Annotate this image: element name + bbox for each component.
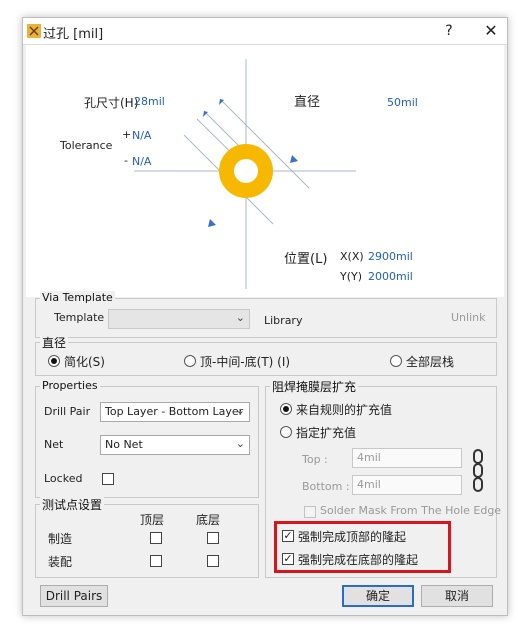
cancel-button[interactable]: 取消 [421, 585, 493, 607]
drill-pairs-button[interactable]: Drill Pairs [40, 585, 108, 607]
via-template-title: Via Template [40, 291, 115, 304]
radio-simple[interactable] [48, 355, 60, 367]
chevron-down-icon: ⌄ [235, 311, 245, 324]
hole-size-value[interactable]: 28mil [134, 95, 165, 108]
properties-title: Properties [40, 379, 100, 392]
mask-top-input[interactable]: 4mil [352, 448, 462, 468]
testpoint-group: 测试点设置 顶层 底层 制造 装配 [35, 496, 259, 578]
diameter-group: 直径 简化(S) 顶-中间-底(T) (I) 全部层栈 [35, 334, 497, 376]
window-title: 过孔 [mil] [43, 27, 104, 42]
chevron-down-icon: ⌄ [235, 404, 245, 417]
radio-simple-label: 简化(S) [64, 355, 105, 369]
arrowhead-4 [290, 155, 298, 163]
radio-from-rule[interactable] [280, 403, 292, 415]
hole-size-label: 孔尺寸(H) [84, 96, 139, 110]
tolerance-label: Tolerance [60, 139, 113, 152]
properties-group: Properties Drill Pair Top Layer - Bottom… [35, 379, 259, 498]
drill-pair-combo[interactable]: Top Layer - Bottom Layer ⌄ [100, 402, 250, 422]
radio-top-mid-bottom-label: 顶-中间-底(T) (I) [200, 355, 291, 369]
help-button[interactable]: ? [437, 21, 461, 41]
testpoint-col-bottom: 底层 [196, 513, 221, 527]
net-label: Net [44, 438, 64, 451]
location-y-value[interactable]: 2000mil [368, 270, 413, 283]
drill-pair-value: Top Layer - Bottom Layer [105, 405, 244, 418]
unlink-button[interactable]: Unlink [451, 311, 485, 324]
radio-full-stack-label: 全部层栈 [406, 355, 455, 369]
tolerance-minus-sign: - [124, 154, 128, 167]
drill-pair-label: Drill Pair [44, 405, 91, 418]
template-combo[interactable]: ⌄ [108, 309, 250, 329]
template-label: Template [54, 311, 105, 324]
via-diagram: 孔尺寸(H) 28mil Tolerance + N/A - N/A 直径 50… [26, 45, 504, 297]
mask-top-label: Top : [302, 453, 328, 466]
via-dialog: 过孔 [mil] ? ✕ 孔尺寸(H) 28mil Tolerance + N/… [22, 17, 508, 616]
from-hole-edge-label: Solder Mask From The Hole Edge [320, 504, 502, 517]
close-button[interactable]: ✕ [479, 21, 503, 41]
library-label: Library [264, 314, 303, 327]
ok-button[interactable]: 确定 [342, 585, 414, 607]
chevron-down-icon: ⌄ [235, 437, 245, 450]
radio-from-rule-label: 来自规则的扩充值 [296, 403, 393, 417]
app-icon [27, 24, 41, 38]
locked-label: Locked [44, 472, 83, 485]
tolerance-minus-value[interactable]: N/A [132, 155, 151, 168]
via-template-group: Via Template Template ⌄ Library Unlink [35, 291, 497, 338]
radio-top-mid-bottom[interactable] [184, 355, 196, 367]
tolerance-plus-value[interactable]: N/A [132, 129, 151, 142]
net-value: No Net [105, 438, 143, 451]
via-hole [234, 159, 258, 183]
assy-top-checkbox[interactable] [150, 555, 162, 567]
arrowhead-3 [208, 219, 216, 227]
diameter-group-title: 直径 [40, 334, 69, 351]
mask-bottom-label: Bottom : [302, 480, 350, 493]
locked-checkbox[interactable] [102, 473, 114, 485]
solder-mask-title: 阻焊掩膜层扩充 [270, 378, 359, 395]
diameter-label: 直径 [294, 95, 321, 110]
diameter-value[interactable]: 50mil [387, 96, 418, 109]
location-y-label: Y(Y) [340, 270, 363, 283]
from-hole-edge-checkbox[interactable] [304, 506, 316, 518]
highlight-box [274, 521, 451, 573]
fab-bottom-checkbox[interactable] [207, 532, 219, 544]
location-x-label: X(X) [340, 250, 364, 263]
tolerance-plus-sign: + [122, 128, 132, 141]
mask-bottom-input[interactable]: 4mil [352, 475, 462, 495]
location-label: 位置(L) [284, 252, 328, 267]
via-drawing [134, 59, 356, 289]
net-combo[interactable]: No Net ⌄ [100, 435, 250, 455]
radio-manual[interactable] [280, 426, 292, 438]
radio-manual-label: 指定扩充值 [296, 426, 357, 440]
radio-full-stack[interactable] [390, 355, 402, 367]
assy-bottom-checkbox[interactable] [207, 555, 219, 567]
testpoint-row-fab: 制造 [48, 532, 73, 546]
testpoint-title: 测试点设置 [40, 496, 105, 513]
testpoint-row-assy: 装配 [48, 555, 73, 569]
chain-link-icon[interactable] [472, 449, 484, 493]
fab-top-checkbox[interactable] [150, 532, 162, 544]
title-bar: 过孔 [mil] ? ✕ [23, 18, 507, 45]
location-x-value[interactable]: 2900mil [368, 250, 413, 263]
testpoint-col-top: 顶层 [140, 513, 165, 527]
